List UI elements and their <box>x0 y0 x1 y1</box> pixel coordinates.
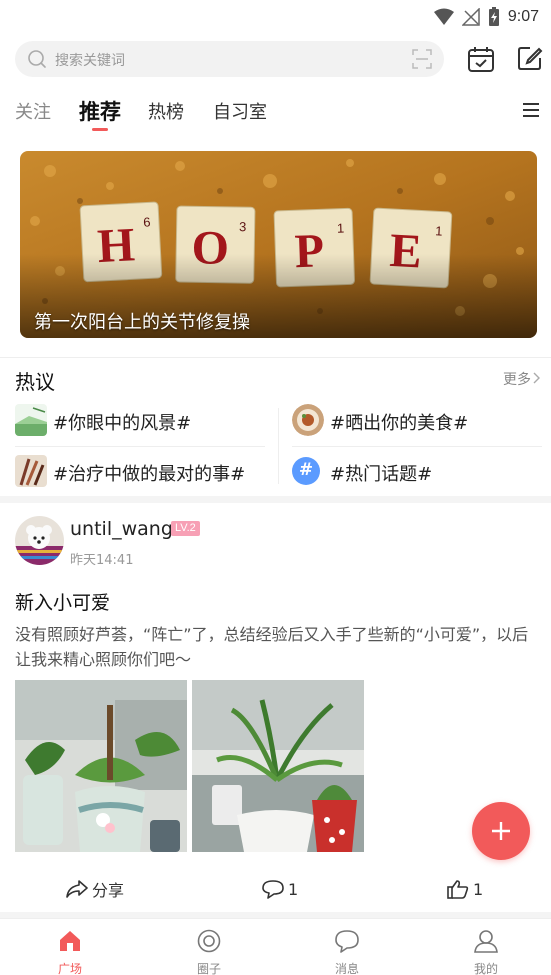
feed-tabs: 关注 推荐 热榜 自习室 <box>0 90 551 134</box>
plus-icon <box>492 822 510 840</box>
home-icon <box>60 931 80 951</box>
share-icon <box>66 880 88 898</box>
status-bar: 9:07 <box>0 0 551 34</box>
search-row: 搜索关键词 <box>0 38 551 82</box>
nav-label: 消息 <box>334 962 359 975</box>
topic-item[interactable]: #晒出你的美食# <box>292 400 542 440</box>
topic-item[interactable]: #治疗中做的最对的事# <box>15 451 277 491</box>
hashtag-glyph: # <box>298 460 314 480</box>
post-timestamp: 昨天14:41 <box>70 553 134 568</box>
nav-label: 广场 <box>57 962 82 975</box>
post-body[interactable]: 没有照顾好芦荟，“阵亡”了，总结经验后又入手了些新的“小可爱”，以后让我来精心照… <box>15 622 543 672</box>
divider <box>278 408 279 484</box>
chevron-right-icon[interactable] <box>533 372 541 384</box>
topic-label: #你眼中的风景# <box>53 413 192 434</box>
nav-circles[interactable]: 圈子 <box>164 919 254 975</box>
nav-mine[interactable]: 我的 <box>441 919 531 975</box>
comment-count: 1 <box>288 879 299 899</box>
share-button[interactable]: 分享 <box>66 874 124 904</box>
status-time: 9:07 <box>507 8 539 25</box>
topic-item[interactable]: # #热门话题# <box>292 451 542 491</box>
battery-charging-icon <box>488 7 499 26</box>
post-username[interactable]: until_wang <box>70 518 173 540</box>
thumbs-up-icon <box>447 880 469 899</box>
nav-label: 我的 <box>473 962 498 975</box>
search-placeholder: 搜索关键词 <box>55 53 125 69</box>
tab-study-room[interactable]: 自习室 <box>213 98 267 124</box>
message-icon <box>335 930 359 953</box>
avatar[interactable] <box>15 516 64 565</box>
scan-icon[interactable] <box>412 49 432 69</box>
more-link[interactable]: 更多 <box>503 369 531 389</box>
topic-label: #治疗中做的最对的事# <box>53 464 246 485</box>
active-tab-indicator <box>92 128 108 131</box>
hot-topics-header: 热议 更多 <box>0 358 551 398</box>
create-post-button[interactable] <box>472 802 530 860</box>
treatment-thumbnail <box>15 455 47 487</box>
landscape-thumbnail <box>15 404 47 436</box>
topic-label: #热门话题# <box>330 464 433 485</box>
circle-icon <box>197 929 221 953</box>
nav-label: 圈子 <box>196 962 221 975</box>
share-label: 分享 <box>92 881 125 900</box>
level-badge: LV.2 <box>171 521 200 536</box>
status-icons: 9:07 <box>433 6 539 28</box>
topic-item[interactable]: #你眼中的风景# <box>15 400 265 440</box>
no-signal-icon <box>461 8 480 26</box>
section-divider <box>0 496 551 503</box>
search-icon <box>28 50 46 68</box>
hashtag-icon: # <box>292 457 320 485</box>
like-count: 1 <box>473 879 484 899</box>
comment-icon <box>262 880 284 899</box>
divider <box>15 446 265 447</box>
divider <box>292 446 542 447</box>
user-icon <box>474 930 498 953</box>
post-title[interactable]: 新入小可爱 <box>15 588 110 615</box>
food-thumbnail <box>292 404 324 436</box>
nav-messages[interactable]: 消息 <box>302 919 392 975</box>
like-button[interactable]: 1 <box>447 874 483 904</box>
featured-banner[interactable]: H 6 O 3 P 1 E 1 第一次阳台上的关节修复操 <box>20 151 537 338</box>
tab-follow[interactable]: 关注 <box>15 98 51 124</box>
menu-icon[interactable] <box>522 102 540 118</box>
tab-hot-list[interactable]: 热榜 <box>148 98 184 124</box>
post-photo[interactable] <box>15 680 187 852</box>
comment-button[interactable]: 1 <box>262 874 298 904</box>
tab-recommend[interactable]: 推荐 <box>79 96 121 126</box>
wifi-icon <box>433 8 454 25</box>
calendar-check-icon[interactable] <box>467 45 495 73</box>
nav-plaza[interactable]: 广场 <box>25 919 115 975</box>
banner-caption: 第一次阳台上的关节修复操 <box>34 312 250 333</box>
edit-icon[interactable] <box>516 44 544 72</box>
topic-label: #晒出你的美食# <box>330 413 469 434</box>
bottom-nav: 广场 圈子 消息 我的 <box>0 918 551 975</box>
search-input[interactable]: 搜索关键词 <box>15 41 444 77</box>
hot-topics-title: 热议 <box>15 370 55 394</box>
post-photo[interactable] <box>192 680 364 852</box>
